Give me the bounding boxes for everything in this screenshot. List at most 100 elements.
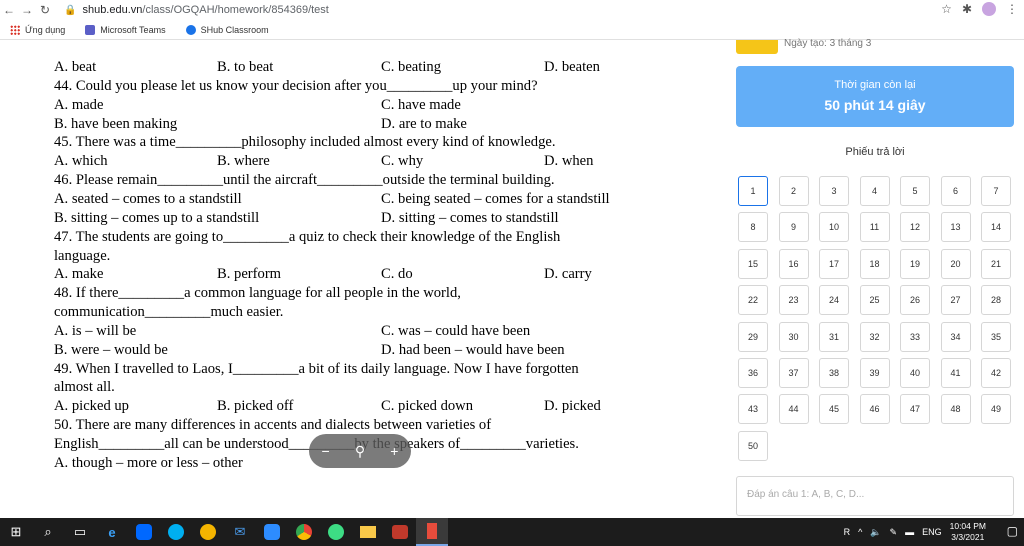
- question-cell[interactable]: 3: [819, 176, 849, 206]
- question-cell[interactable]: 37: [778, 358, 809, 388]
- question-cell[interactable]: 35: [981, 321, 1011, 352]
- question-cell[interactable]: 20: [940, 248, 971, 279]
- question-cell[interactable]: 41: [940, 358, 971, 388]
- back-arrow-icon[interactable]: ←: [0, 3, 18, 17]
- question-cell[interactable]: 23: [778, 285, 809, 316]
- question-cell[interactable]: 18: [859, 248, 890, 279]
- question-cell[interactable]: 34: [940, 321, 971, 352]
- answer-option: D. had been – would have been: [381, 341, 565, 358]
- chevron-up-icon[interactable]: ^: [858, 527, 862, 537]
- ime-indicator[interactable]: R: [844, 527, 851, 537]
- active-app-icon[interactable]: [416, 518, 448, 546]
- question-cell[interactable]: 44: [778, 394, 809, 425]
- bookmark-label: Microsoft Teams: [100, 24, 166, 35]
- clock[interactable]: 10:04 PM 3/3/2021: [950, 521, 986, 543]
- question-cell[interactable]: 14: [981, 212, 1011, 243]
- pen-icon[interactable]: ✎: [890, 527, 898, 538]
- question-cell[interactable]: 11: [859, 212, 890, 243]
- url-field[interactable]: shub.edu.vn/class/OGQAH/homework/854369/…: [82, 4, 328, 16]
- zoom-app-icon[interactable]: [256, 518, 288, 546]
- question-cell[interactable]: 49: [981, 394, 1011, 425]
- document-line: A. though – more or less – other: [54, 454, 243, 471]
- zoom-out-button[interactable]: −: [322, 443, 330, 459]
- question-cell[interactable]: 26: [900, 285, 930, 316]
- question-cell[interactable]: 5: [900, 176, 930, 206]
- timer-label: Thời gian còn lại: [834, 79, 916, 91]
- question-cell[interactable]: 39: [859, 358, 890, 388]
- avatar[interactable]: [982, 2, 996, 16]
- bookmark-teams[interactable]: Microsoft Teams: [85, 24, 166, 35]
- question-cell[interactable]: 45: [819, 394, 849, 425]
- question-cell[interactable]: 24: [819, 285, 849, 316]
- zoom-control: − ⚲ +: [309, 434, 411, 468]
- notification-icon[interactable]: ▢: [1007, 524, 1018, 538]
- app-green-icon[interactable]: [320, 518, 352, 546]
- question-cell[interactable]: 19: [900, 248, 930, 279]
- answer-option: C. picked down: [381, 398, 474, 415]
- chrome-icon[interactable]: [288, 518, 320, 546]
- skype-icon[interactable]: [160, 518, 192, 546]
- volume-icon[interactable]: 🔈: [870, 527, 881, 538]
- question-cell[interactable]: 28: [981, 285, 1011, 316]
- question-cell[interactable]: 42: [981, 358, 1011, 388]
- question-cell[interactable]: 29: [738, 321, 768, 352]
- mail-icon[interactable]: ✉: [224, 518, 256, 546]
- question-cell[interactable]: 47: [900, 394, 930, 425]
- question-cell[interactable]: 21: [981, 248, 1011, 279]
- question-cell[interactable]: 50: [738, 430, 768, 461]
- menu-icon[interactable]: ⋮: [1006, 2, 1018, 16]
- task-view-icon[interactable]: ▭: [64, 518, 96, 546]
- edge-icon[interactable]: e: [96, 518, 128, 546]
- answer-input[interactable]: Đáp án câu 1: A, B, C, D...: [736, 476, 1014, 516]
- question-cell[interactable]: 31: [819, 321, 849, 352]
- question-cell[interactable]: 48: [940, 394, 971, 425]
- question-cell[interactable]: 38: [819, 358, 849, 388]
- question-cell[interactable]: 22: [738, 285, 768, 316]
- question-cell[interactable]: 43: [738, 394, 768, 425]
- bookmark-apps[interactable]: Ứng dụng: [10, 24, 66, 35]
- question-cell[interactable]: 13: [940, 212, 971, 243]
- timer-value: 50 phút 14 giây: [824, 97, 926, 113]
- question-cell[interactable]: 30: [778, 321, 809, 352]
- address-bar: ← → ↻ 🔒 shub.edu.vn/class/OGQAH/homework…: [0, 0, 1024, 20]
- question-cell[interactable]: 10: [819, 212, 849, 243]
- game-icon[interactable]: [384, 518, 416, 546]
- extensions-icon[interactable]: ✱: [962, 2, 972, 16]
- question-cell[interactable]: 46: [859, 394, 890, 425]
- bookmark-shub[interactable]: SHub Classroom: [185, 24, 269, 35]
- zalo-icon[interactable]: [128, 518, 160, 546]
- star-icon[interactable]: ☆: [941, 2, 952, 16]
- question-cell[interactable]: 1: [738, 176, 768, 206]
- reload-icon[interactable]: ↻: [36, 3, 54, 17]
- bookmark-label: Ứng dụng: [25, 24, 66, 35]
- question-cell[interactable]: 17: [819, 248, 849, 279]
- file-explorer-icon[interactable]: [352, 518, 384, 546]
- question-cell[interactable]: 8: [738, 212, 768, 243]
- question-cell[interactable]: 12: [900, 212, 930, 243]
- question-cell[interactable]: 33: [900, 321, 930, 352]
- question-cell[interactable]: 32: [859, 321, 890, 352]
- zoom-magnifier-icon[interactable]: ⚲: [355, 443, 365, 460]
- question-cell[interactable]: 4: [859, 176, 890, 206]
- zoom-in-button[interactable]: +: [390, 443, 398, 459]
- language-indicator[interactable]: ENG: [922, 527, 942, 537]
- question-cell[interactable]: 2: [778, 176, 809, 206]
- question-cell[interactable]: 36: [738, 358, 768, 388]
- question-cell[interactable]: 15: [738, 248, 768, 279]
- document-line: A. is – will be: [54, 322, 137, 339]
- search-icon[interactable]: ⌕: [32, 518, 64, 546]
- document-line: A. which: [54, 153, 108, 170]
- question-cell[interactable]: 25: [859, 285, 890, 316]
- forward-arrow-icon[interactable]: →: [18, 3, 36, 17]
- question-cell[interactable]: 9: [778, 212, 809, 243]
- battery-icon[interactable]: ▬: [905, 527, 914, 537]
- question-cell[interactable]: 40: [900, 358, 930, 388]
- question-cell[interactable]: 16: [778, 248, 809, 279]
- question-cell[interactable]: 6: [940, 176, 971, 206]
- app-icon[interactable]: [192, 518, 224, 546]
- lock-icon[interactable]: 🔒: [64, 5, 76, 16]
- document-line: A. make: [54, 266, 104, 283]
- question-cell[interactable]: 27: [940, 285, 971, 316]
- question-cell[interactable]: 7: [981, 176, 1011, 206]
- windows-start-icon[interactable]: ⊞: [0, 518, 32, 546]
